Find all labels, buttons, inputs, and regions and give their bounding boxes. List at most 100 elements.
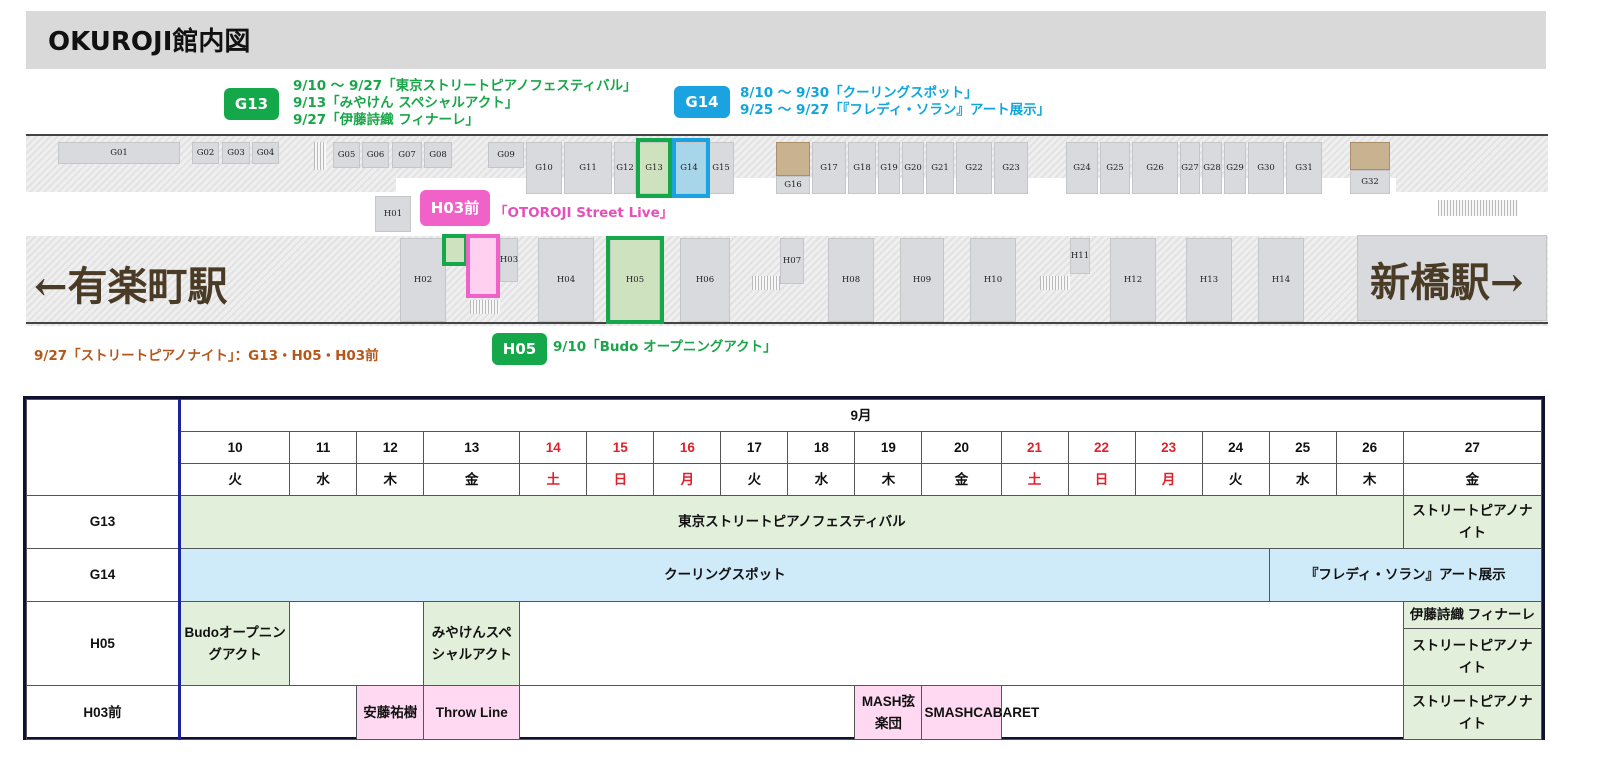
weekday-25: 水: [1268, 463, 1337, 496]
annotation-h03: 「OTOROJI Street Live」: [494, 205, 674, 221]
day-26: 26: [1335, 431, 1404, 464]
day-21: 21: [1000, 431, 1069, 464]
unit-g07: G07: [392, 142, 422, 168]
weekday-12: 木: [356, 463, 425, 496]
weekday-15: 日: [586, 463, 655, 496]
annotation-street-piano-night: 9/27「ストリートピアノナイト」：G13・H05・H03前: [34, 348, 379, 364]
unit-g09: G09: [488, 142, 524, 168]
day-24: 24: [1201, 431, 1270, 464]
event-smash-cabaret: SMASHCABARET: [921, 685, 1039, 740]
highlight-h03-mae-2: [466, 234, 500, 298]
unit-g21: G21: [926, 142, 954, 194]
empty-cell: [519, 685, 856, 740]
event-budo-opening-act: Budoオープニングアクト: [179, 601, 291, 686]
unit-g10: G10: [526, 142, 562, 194]
day-15: 15: [586, 431, 655, 464]
unit-h11: H11: [1070, 238, 1090, 274]
highlight-g14: [672, 138, 710, 198]
unit-h14: H14: [1258, 238, 1304, 322]
unit-h13: H13: [1186, 238, 1232, 322]
unit-g12: G12: [614, 142, 636, 194]
highlight-g13: [636, 138, 672, 198]
unit-g15: G15: [708, 142, 734, 194]
unit-g29: G29: [1224, 142, 1246, 194]
unit-h12: H12: [1110, 238, 1156, 322]
unit-h06: H06: [680, 238, 730, 322]
stair: [1438, 200, 1518, 216]
corner-cell: [25, 399, 182, 496]
schedule-table: 9月 10 11 12 13 14 15 16 17 18 19 20 21 2…: [23, 396, 1545, 740]
badge-h03: H03前: [420, 190, 490, 226]
weekday-19: 木: [854, 463, 923, 496]
unit-g02: G02: [192, 142, 219, 164]
day-17: 17: [720, 431, 789, 464]
weekday-13: 金: [423, 463, 521, 496]
unit-h08: H08: [828, 238, 874, 322]
unit-h01: H01: [375, 196, 411, 232]
weekday-26: 木: [1335, 463, 1404, 496]
weekday-10: 火: [179, 463, 291, 496]
unit-g22: G22: [956, 142, 992, 194]
day-10: 10: [179, 431, 291, 464]
day-25: 25: [1268, 431, 1337, 464]
unit-g04: G04: [252, 142, 279, 164]
unit-h10: H10: [970, 238, 1016, 322]
day-14: 14: [519, 431, 588, 464]
highlight-h03-mae-1: [442, 234, 468, 266]
day-12: 12: [356, 431, 425, 464]
unit-g03: G03: [222, 142, 250, 164]
unit-h03: H03: [500, 238, 518, 282]
unit-g16: G16: [776, 176, 810, 194]
page-title: OKUROJI館内図: [48, 27, 251, 57]
unit-g26: G26: [1132, 142, 1178, 194]
empty-cell: [1000, 685, 1404, 740]
row-label-g13: G13: [25, 495, 182, 549]
day-13: 13: [423, 431, 521, 464]
event-cooling-spot: クーリングスポット: [179, 548, 1270, 602]
day-22: 22: [1067, 431, 1136, 464]
weekday-22: 日: [1067, 463, 1136, 496]
event-ando-yuki: 安藤祐樹: [356, 685, 425, 740]
event-mash-strings: MASH弦楽団: [854, 685, 923, 740]
unit-g11: G11: [564, 142, 612, 194]
badge-h05: H05: [492, 333, 547, 365]
unit-h09: H09: [900, 238, 944, 322]
unit-g31: G31: [1286, 142, 1322, 194]
empty-cell: [289, 601, 425, 686]
event-freddy-solan-art: 『フレディ・ソラン』アート展示: [1268, 548, 1543, 602]
event-street-piano-night-g13: ストリートピアノナイト: [1402, 495, 1543, 549]
stair: [752, 276, 780, 290]
day-11: 11: [289, 431, 358, 464]
highlight-h05: [606, 236, 664, 324]
unit-g20: G20: [902, 142, 924, 194]
event-tokyo-street-piano-festival: 東京ストリートピアノフェスティバル: [179, 495, 1404, 549]
day-18: 18: [787, 431, 856, 464]
weekday-23: 月: [1134, 463, 1203, 496]
unit-g30: G30: [1248, 142, 1284, 194]
unit-g28: G28: [1202, 142, 1222, 194]
unit-g06: G06: [362, 142, 389, 168]
unit-g19: G19: [878, 142, 900, 194]
weekday-24: 火: [1201, 463, 1270, 496]
event-ito-shiori-finale: 伊藤詩織 フィナーレ: [1402, 601, 1543, 629]
unit-h07: H07: [780, 238, 804, 284]
day-23: 23: [1134, 431, 1203, 464]
annotation-g13-3: 9/27「伊藤詩織 フィナーレ」: [293, 112, 480, 128]
empty-cell: [179, 685, 358, 740]
unit-g27: G27: [1180, 142, 1200, 194]
event-miyaken-special-act: みやけんスペシャルアクト: [423, 601, 521, 686]
unit-g25: G25: [1100, 142, 1130, 194]
weekday-11: 水: [289, 463, 358, 496]
unit-g01: G01: [58, 142, 180, 164]
weekday-27: 金: [1402, 463, 1543, 496]
event-throw-line: Throw Line: [423, 685, 521, 740]
stair: [470, 300, 500, 314]
title-bar: OKUROJI館内図: [26, 11, 1546, 69]
restroom-icon: [1350, 142, 1390, 170]
annotation-g14-1: 8/10 ～ 9/30「クーリングスポット」: [740, 85, 978, 101]
weekday-20: 金: [921, 463, 1002, 496]
annotation-h05: 9/10「Budo オープニングアクト」: [553, 339, 777, 355]
weekday-14: 土: [519, 463, 588, 496]
station-shimbashi-label: 新橋駅→: [1370, 259, 1524, 306]
weekday-21: 土: [1000, 463, 1069, 496]
